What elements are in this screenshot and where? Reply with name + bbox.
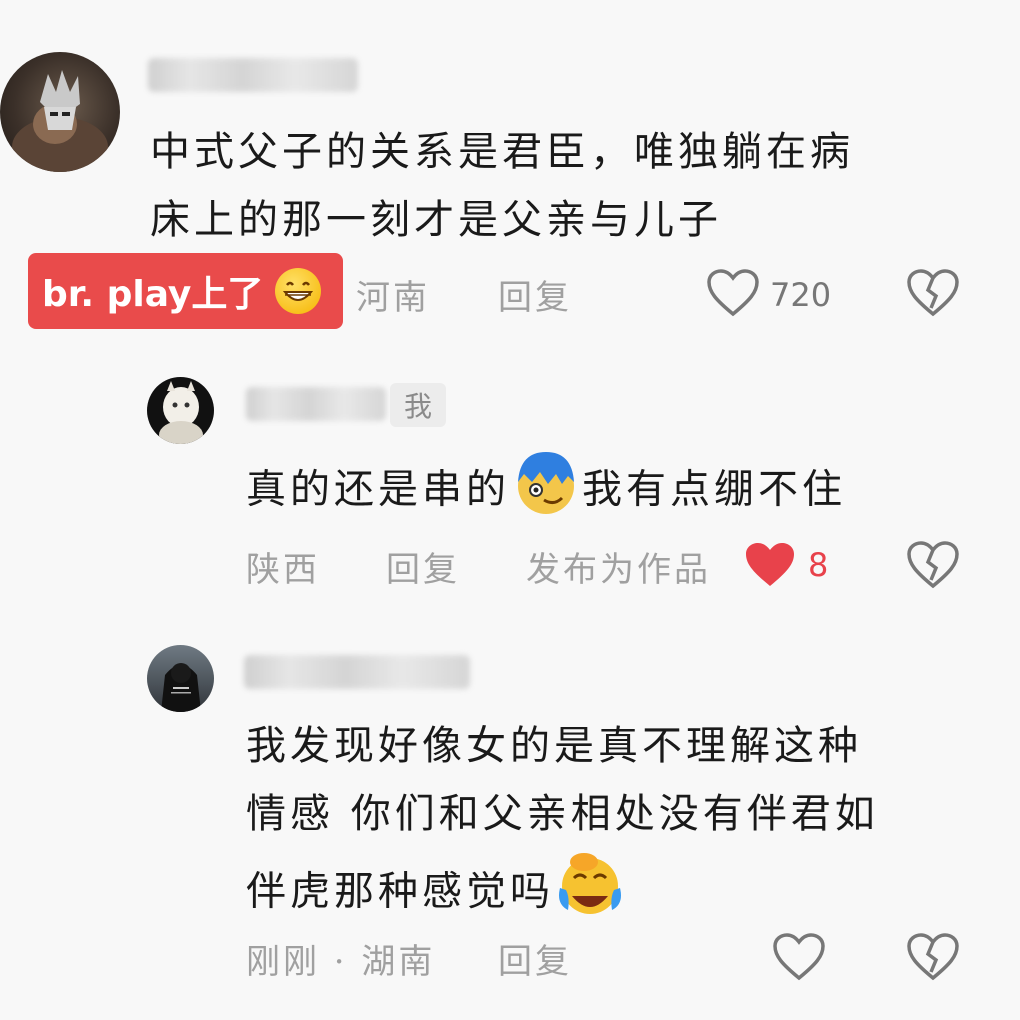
- reply-button[interactable]: 回复: [386, 542, 460, 591]
- avatar[interactable]: [0, 52, 120, 172]
- username-blurred[interactable]: [244, 655, 470, 689]
- heart-outline-icon: [773, 933, 825, 981]
- username-blurred[interactable]: [246, 387, 386, 421]
- me-tag: 我: [390, 383, 446, 427]
- comment-text: 中式父子的关系是君臣，唯独躺在病 床上的那一刻才是父亲与儿子: [150, 129, 854, 243]
- like-button[interactable]: [706, 268, 760, 322]
- username-blurred[interactable]: [148, 58, 358, 92]
- location-label: 陕西: [246, 550, 320, 590]
- heart-filled-icon: [746, 543, 794, 586]
- comment-text: 真的还是串的 我有点绷不住: [246, 446, 846, 539]
- location-label: 河南: [356, 278, 430, 318]
- dislike-button[interactable]: [906, 540, 960, 594]
- publish-as-work-button[interactable]: 发布为作品: [526, 542, 711, 591]
- annotation-badge: br. play上了: [28, 253, 343, 329]
- time-location-label: 刚刚 · 湖南: [246, 942, 436, 982]
- broken-heart-icon: [907, 269, 959, 317]
- dislike-button[interactable]: [906, 268, 960, 322]
- dislike-button[interactable]: [906, 932, 960, 986]
- laugh-cry-emoji: [554, 848, 626, 941]
- avatar[interactable]: [147, 645, 214, 712]
- grin-emoji: [275, 268, 322, 314]
- comment-text: 我发现好像女的是真不理解这种 情感 你们和父亲相处没有伴君如 伴虎那种感觉吗: [246, 712, 879, 941]
- reply-button[interactable]: 回复: [498, 934, 572, 983]
- heart-outline-icon: [707, 269, 759, 317]
- doge-face-emoji: [510, 446, 582, 539]
- broken-heart-icon: [907, 933, 959, 981]
- broken-heart-icon: [907, 541, 959, 589]
- like-count: 720: [770, 276, 832, 314]
- reply-button[interactable]: 回复: [498, 270, 572, 319]
- like-button[interactable]: [742, 540, 798, 594]
- avatar[interactable]: [147, 377, 214, 444]
- like-count: 8: [808, 546, 829, 584]
- like-button[interactable]: [772, 932, 826, 986]
